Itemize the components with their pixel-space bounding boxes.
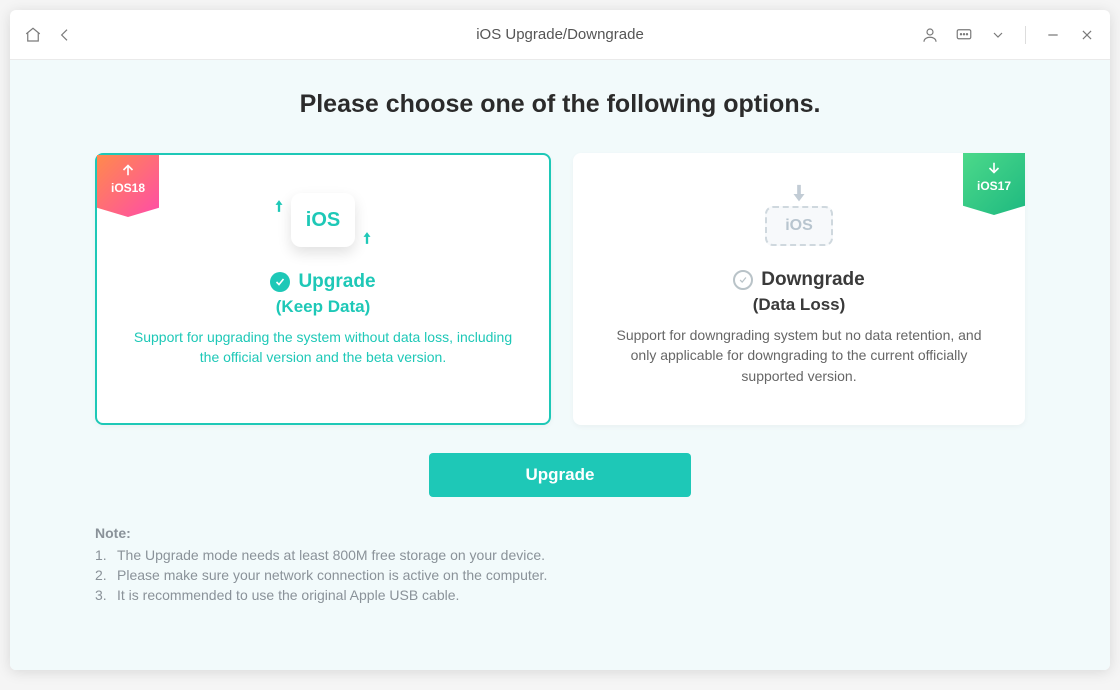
- note-text: It is recommended to use the original Ap…: [117, 587, 459, 603]
- note-item: 1.The Upgrade mode needs at least 800M f…: [95, 547, 1025, 563]
- ribbon-downgrade: iOS17: [963, 153, 1025, 215]
- arrow-up-small-icon: [360, 227, 374, 249]
- notes-title: Note:: [95, 525, 1025, 541]
- note-item: 3.It is recommended to use the original …: [95, 587, 1025, 603]
- card-description: Support for upgrading the system without…: [133, 327, 513, 368]
- upgrade-illustration: iOS: [119, 181, 527, 257]
- page-title: Please choose one of the following optio…: [95, 90, 1025, 119]
- chevron-down-icon[interactable]: [987, 24, 1009, 46]
- note-item: 2.Please make sure your network connecti…: [95, 567, 1025, 583]
- arrow-down-into-icon: [788, 180, 810, 208]
- arrow-up-icon: [119, 161, 137, 179]
- card-title: Upgrade: [298, 271, 375, 293]
- ios-label: iOS: [306, 209, 340, 232]
- arrow-down-icon: [985, 159, 1003, 177]
- window-title: iOS Upgrade/Downgrade: [476, 26, 644, 43]
- options-row: iOS18 iOS Upgrade (Keep Data) Supp: [95, 153, 1025, 425]
- option-card-downgrade[interactable]: iOS17 iOS Downgrade (Data Loss) Support …: [573, 153, 1025, 425]
- close-icon[interactable]: [1076, 24, 1098, 46]
- upgrade-button[interactable]: Upgrade: [429, 453, 691, 497]
- arrow-up-small-icon: [272, 195, 286, 217]
- card-subtitle: (Data Loss): [595, 295, 1003, 315]
- minimize-icon[interactable]: [1042, 24, 1064, 46]
- card-description: Support for downgrading system but no da…: [609, 325, 989, 386]
- user-icon[interactable]: [919, 24, 941, 46]
- home-icon[interactable]: [22, 24, 44, 46]
- note-text: Please make sure your network connection…: [117, 567, 547, 583]
- card-subtitle: (Keep Data): [119, 297, 527, 317]
- check-outline-icon: [733, 270, 753, 290]
- ribbon-upgrade: iOS18: [97, 155, 159, 217]
- option-card-upgrade[interactable]: iOS18 iOS Upgrade (Keep Data) Supp: [95, 153, 551, 425]
- content-area: Please choose one of the following optio…: [10, 60, 1110, 670]
- card-title: Downgrade: [761, 269, 864, 291]
- check-filled-icon: [270, 272, 290, 292]
- notes-section: Note: 1.The Upgrade mode needs at least …: [95, 525, 1025, 603]
- titlebar: iOS Upgrade/Downgrade: [10, 10, 1110, 60]
- note-text: The Upgrade mode needs at least 800M fre…: [117, 547, 545, 563]
- ios-label: iOS: [785, 217, 813, 235]
- app-window: iOS Upgrade/Downgrade Please choose one …: [10, 10, 1110, 670]
- downgrade-illustration: iOS: [595, 179, 1003, 255]
- feedback-icon[interactable]: [953, 24, 975, 46]
- ribbon-label: iOS17: [977, 179, 1011, 193]
- back-icon[interactable]: [54, 24, 76, 46]
- ribbon-label: iOS18: [111, 181, 145, 195]
- separator: [1025, 26, 1026, 44]
